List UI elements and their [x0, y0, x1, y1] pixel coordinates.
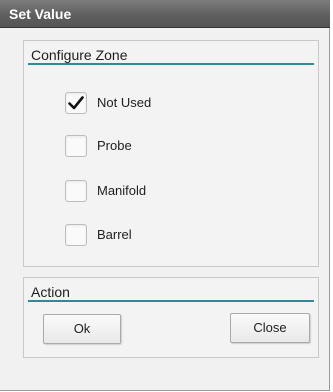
barrel-label: Barrel	[97, 227, 132, 242]
manifold-label: Manifold	[97, 183, 147, 198]
probe-label: Probe	[97, 138, 132, 153]
ok-button[interactable]: Ok	[43, 314, 121, 344]
not-used-label: Not Used	[97, 95, 152, 110]
probe-checkbox[interactable]	[65, 135, 87, 157]
configure-zone-group: Configure Zone Not Used Probe Manifold B…	[23, 40, 319, 267]
barrel-checkbox[interactable]	[65, 224, 87, 246]
option-barrel[interactable]: Barrel	[65, 224, 245, 248]
title-bar[interactable]: Set Value	[0, 0, 330, 28]
action-title: Action	[31, 284, 70, 300]
configure-zone-header: Configure Zone	[28, 45, 314, 65]
manifold-checkbox[interactable]	[65, 180, 87, 202]
configure-zone-title: Configure Zone	[31, 47, 128, 63]
action-header: Action	[28, 282, 314, 302]
not-used-checkbox[interactable]	[65, 92, 87, 114]
close-button[interactable]: Close	[230, 313, 310, 343]
action-group: Action Ok Close	[23, 277, 319, 358]
option-not-used[interactable]: Not Used	[65, 92, 245, 116]
checkmark-icon	[68, 96, 84, 110]
set-value-dialog: Set Value Configure Zone Not Used Probe …	[0, 0, 330, 391]
option-probe[interactable]: Probe	[65, 135, 245, 159]
dialog-title: Set Value	[9, 6, 72, 22]
option-manifold[interactable]: Manifold	[65, 180, 245, 204]
